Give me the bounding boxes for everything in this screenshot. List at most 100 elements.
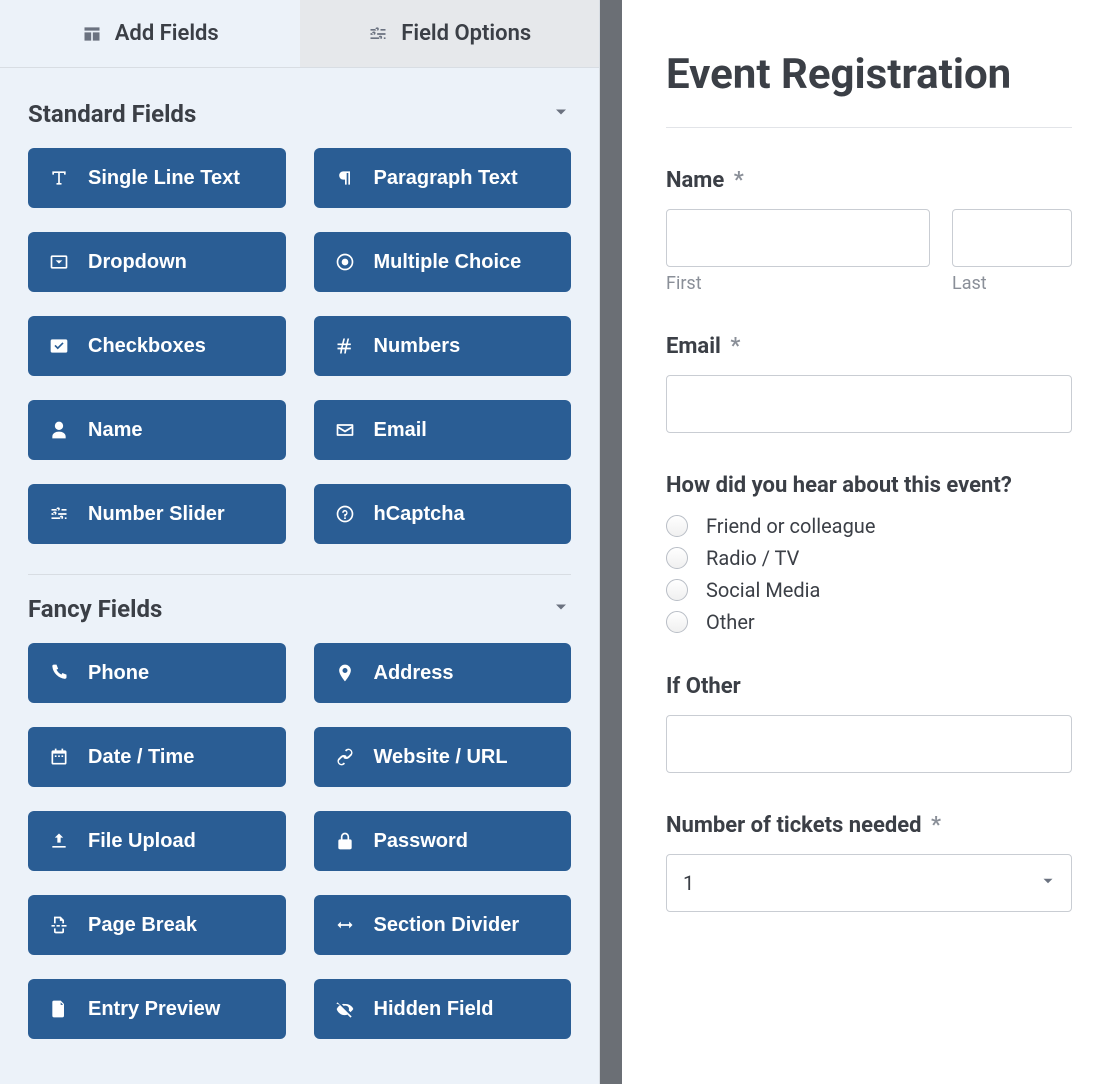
field-phone[interactable]: Phone xyxy=(28,643,286,703)
required-mark: * xyxy=(931,813,941,838)
field-file-upload[interactable]: File Upload xyxy=(28,811,286,871)
required-mark: * xyxy=(730,334,740,359)
layout-icon xyxy=(81,23,103,45)
doc-icon xyxy=(48,998,70,1020)
tab-label: Add Fields xyxy=(115,21,219,46)
name-label: Name * xyxy=(666,168,1072,193)
eyeoff-icon xyxy=(334,998,356,1020)
field-name: Name * First Last xyxy=(666,168,1072,294)
field-checkboxes[interactable]: Checkboxes xyxy=(28,316,286,376)
radio-label: Friend or colleague xyxy=(706,514,875,538)
arrows-icon xyxy=(334,914,356,936)
field-source: How did you hear about this event? Frien… xyxy=(666,473,1072,634)
radio-friend-or-colleague[interactable]: Friend or colleague xyxy=(666,514,1072,538)
tickets-select[interactable]: 1 xyxy=(666,854,1072,912)
source-label: How did you hear about this event? xyxy=(666,473,1072,498)
radio-icon xyxy=(334,251,356,273)
divider xyxy=(28,574,571,575)
field-single-line-text[interactable]: Single Line Text xyxy=(28,148,286,208)
source-options: Friend or colleague Radio / TV Social Medi… xyxy=(666,514,1072,634)
email-input[interactable] xyxy=(666,375,1072,433)
last-sublabel: Last xyxy=(952,273,1072,294)
field-hcaptcha[interactable]: hCaptcha xyxy=(314,484,572,544)
field-label: Dropdown xyxy=(88,251,187,274)
field-other: If Other xyxy=(666,674,1072,773)
fancy-fields-grid: Phone Address Date / Time Website / URL File… xyxy=(28,643,571,1039)
tab-label: Field Options xyxy=(401,21,531,46)
field-label: File Upload xyxy=(88,830,196,853)
section-title: Standard Fields xyxy=(28,100,196,128)
field-number-slider[interactable]: Number Slider xyxy=(28,484,286,544)
last-name-input[interactable] xyxy=(952,209,1072,267)
radio-bullet xyxy=(666,515,688,537)
upload-icon xyxy=(48,830,70,852)
divider xyxy=(666,127,1072,128)
tabbar: Add Fields Field Options xyxy=(0,0,599,68)
radio-other[interactable]: Other xyxy=(666,610,1072,634)
field-email: Email * xyxy=(666,334,1072,433)
field-label: Name xyxy=(88,419,142,442)
field-section-divider[interactable]: Section Divider xyxy=(314,895,572,955)
field-tickets: Number of tickets needed * 1 xyxy=(666,813,1072,912)
standard-fields-grid: Single Line Text Paragraph Text Dropdown Mu… xyxy=(28,148,571,544)
field-label: Section Divider xyxy=(374,914,520,937)
field-date-time[interactable]: Date / Time xyxy=(28,727,286,787)
dropdown-icon xyxy=(48,251,70,273)
field-email[interactable]: Email xyxy=(314,400,572,460)
field-numbers[interactable]: Numbers xyxy=(314,316,572,376)
mail-icon xyxy=(334,419,356,441)
field-password[interactable]: Password xyxy=(314,811,572,871)
field-label: Single Line Text xyxy=(88,167,240,190)
radio-bullet xyxy=(666,547,688,569)
text-icon xyxy=(48,167,70,189)
phone-icon xyxy=(48,662,70,684)
email-label: Email * xyxy=(666,334,1072,359)
checkbox-icon xyxy=(48,335,70,357)
field-label: Email xyxy=(374,419,427,442)
gutter xyxy=(600,0,622,1084)
user-icon xyxy=(48,419,70,441)
calendar-icon xyxy=(48,746,70,768)
hash-icon xyxy=(334,335,356,357)
field-multiple-choice[interactable]: Multiple Choice xyxy=(314,232,572,292)
radio-social-media[interactable]: Social Media xyxy=(666,578,1072,602)
fields-panel: Add Fields Field Options Standard Fields… xyxy=(0,0,600,1084)
sliders-icon xyxy=(367,23,389,45)
field-dropdown[interactable]: Dropdown xyxy=(28,232,286,292)
field-label: Number Slider xyxy=(88,503,225,526)
field-entry-preview[interactable]: Entry Preview xyxy=(28,979,286,1039)
field-name[interactable]: Name xyxy=(28,400,286,460)
section-title: Fancy Fields xyxy=(28,595,162,623)
section-fancy-header[interactable]: Fancy Fields xyxy=(28,595,571,623)
other-input[interactable] xyxy=(666,715,1072,773)
field-label: Entry Preview xyxy=(88,998,220,1021)
pin-icon xyxy=(334,662,356,684)
field-paragraph-text[interactable]: Paragraph Text xyxy=(314,148,572,208)
first-name-input[interactable] xyxy=(666,209,930,267)
chevron-down-icon xyxy=(1039,871,1057,895)
form-preview: Event Registration Name * First Last Ema… xyxy=(622,0,1116,1084)
tab-add-fields[interactable]: Add Fields xyxy=(0,0,300,67)
tickets-value: 1 xyxy=(683,871,694,895)
field-label: Page Break xyxy=(88,914,197,937)
radio-radio-tv[interactable]: Radio / TV xyxy=(666,546,1072,570)
radio-label: Other xyxy=(706,610,755,634)
field-label: Website / URL xyxy=(374,746,508,769)
field-label: Password xyxy=(374,830,468,853)
field-label: Multiple Choice xyxy=(374,251,522,274)
tickets-label: Number of tickets needed * xyxy=(666,813,1072,838)
field-page-break[interactable]: Page Break xyxy=(28,895,286,955)
form-title: Event Registration xyxy=(666,50,1072,99)
radio-label: Radio / TV xyxy=(706,546,799,570)
tab-field-options[interactable]: Field Options xyxy=(300,0,600,67)
field-label: Phone xyxy=(88,662,149,685)
field-hidden-field[interactable]: Hidden Field xyxy=(314,979,572,1039)
section-standard-header[interactable]: Standard Fields xyxy=(28,100,571,128)
field-website-url[interactable]: Website / URL xyxy=(314,727,572,787)
paragraph-icon xyxy=(334,167,356,189)
radio-label: Social Media xyxy=(706,578,820,602)
first-sublabel: First xyxy=(666,273,930,294)
field-address[interactable]: Address xyxy=(314,643,572,703)
field-label: Paragraph Text xyxy=(374,167,518,190)
sliders-icon xyxy=(48,503,70,525)
